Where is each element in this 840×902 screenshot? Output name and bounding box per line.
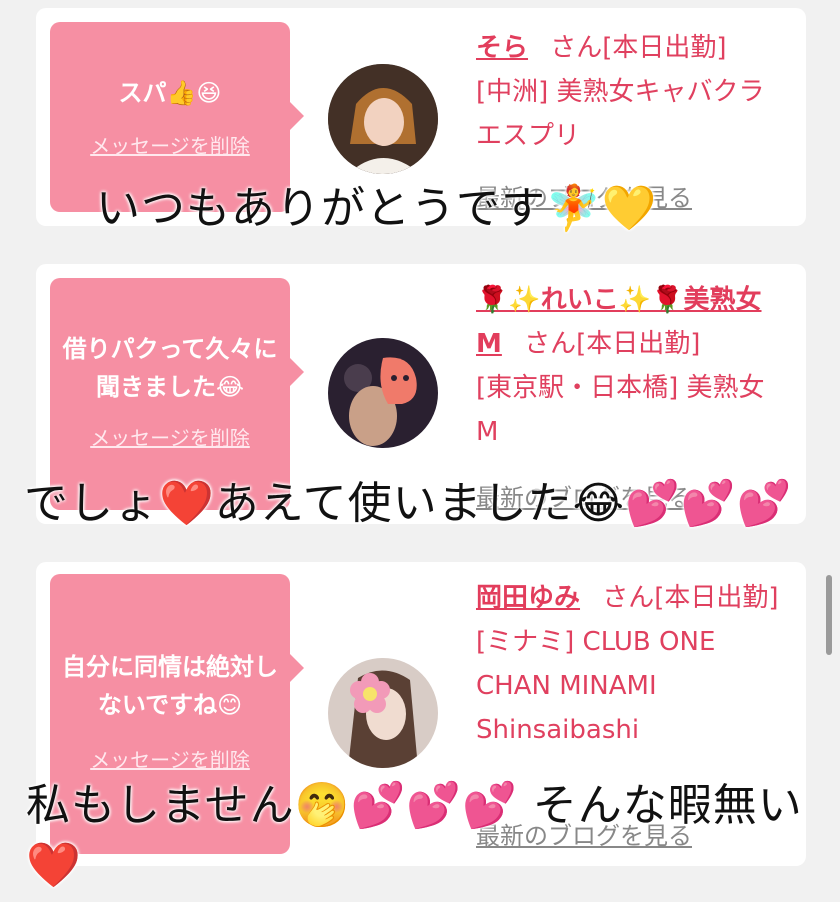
delete-message-link[interactable]: メッセージを削除	[90, 130, 250, 159]
message-text: スパ👍😆	[118, 79, 222, 107]
delete-message-link[interactable]: メッセージを削除	[90, 744, 250, 773]
status-text: さん[本日出勤]	[524, 329, 701, 359]
status-text: さん[本日出勤]	[602, 583, 779, 613]
profile-info: そら さん[本日出勤] [中洲] 美熟女キャバクラ エスプリ	[476, 26, 786, 158]
profile-info: 🌹✨れいこ✨🌹美熟女M さん[本日出勤] [東京駅・日本橋] 美熟女 M	[476, 278, 786, 454]
avatar[interactable]	[328, 338, 438, 448]
message-text: 借りパクって久々に聞きました😂	[62, 335, 278, 401]
profile-name-link[interactable]: 岡田ゆみ	[476, 583, 580, 613]
overlay-caption: いつもありがとうです🧚💛	[96, 183, 658, 234]
avatar[interactable]	[328, 658, 438, 768]
overlay-caption: でしょ❤️あえて使いました😂💕💕💕	[24, 478, 793, 529]
overlay-caption: 私もしません🤭💕💕💕 そんな暇無い❤️	[26, 780, 803, 891]
status-text: さん[本日出勤]	[550, 33, 727, 63]
shop-link[interactable]: [東京駅・日本橋] 美熟女 M	[476, 373, 765, 447]
shop-link[interactable]: [中洲] 美熟女キャバクラ エスプリ	[476, 77, 765, 151]
profile-name-link[interactable]: そら	[476, 33, 528, 63]
shop-link[interactable]: [ミナミ] CLUB ONE CHAN MINAMI Shinsaibashi	[476, 627, 715, 745]
message-text: 自分に同情は絶対しないですね😊	[62, 653, 278, 719]
delete-message-link[interactable]: メッセージを削除	[90, 422, 250, 451]
avatar[interactable]	[328, 64, 438, 174]
profile-info: 岡田ゆみ さん[本日出勤] [ミナミ] CLUB ONE CHAN MINAMI…	[476, 576, 786, 752]
scrollbar[interactable]	[826, 575, 832, 655]
